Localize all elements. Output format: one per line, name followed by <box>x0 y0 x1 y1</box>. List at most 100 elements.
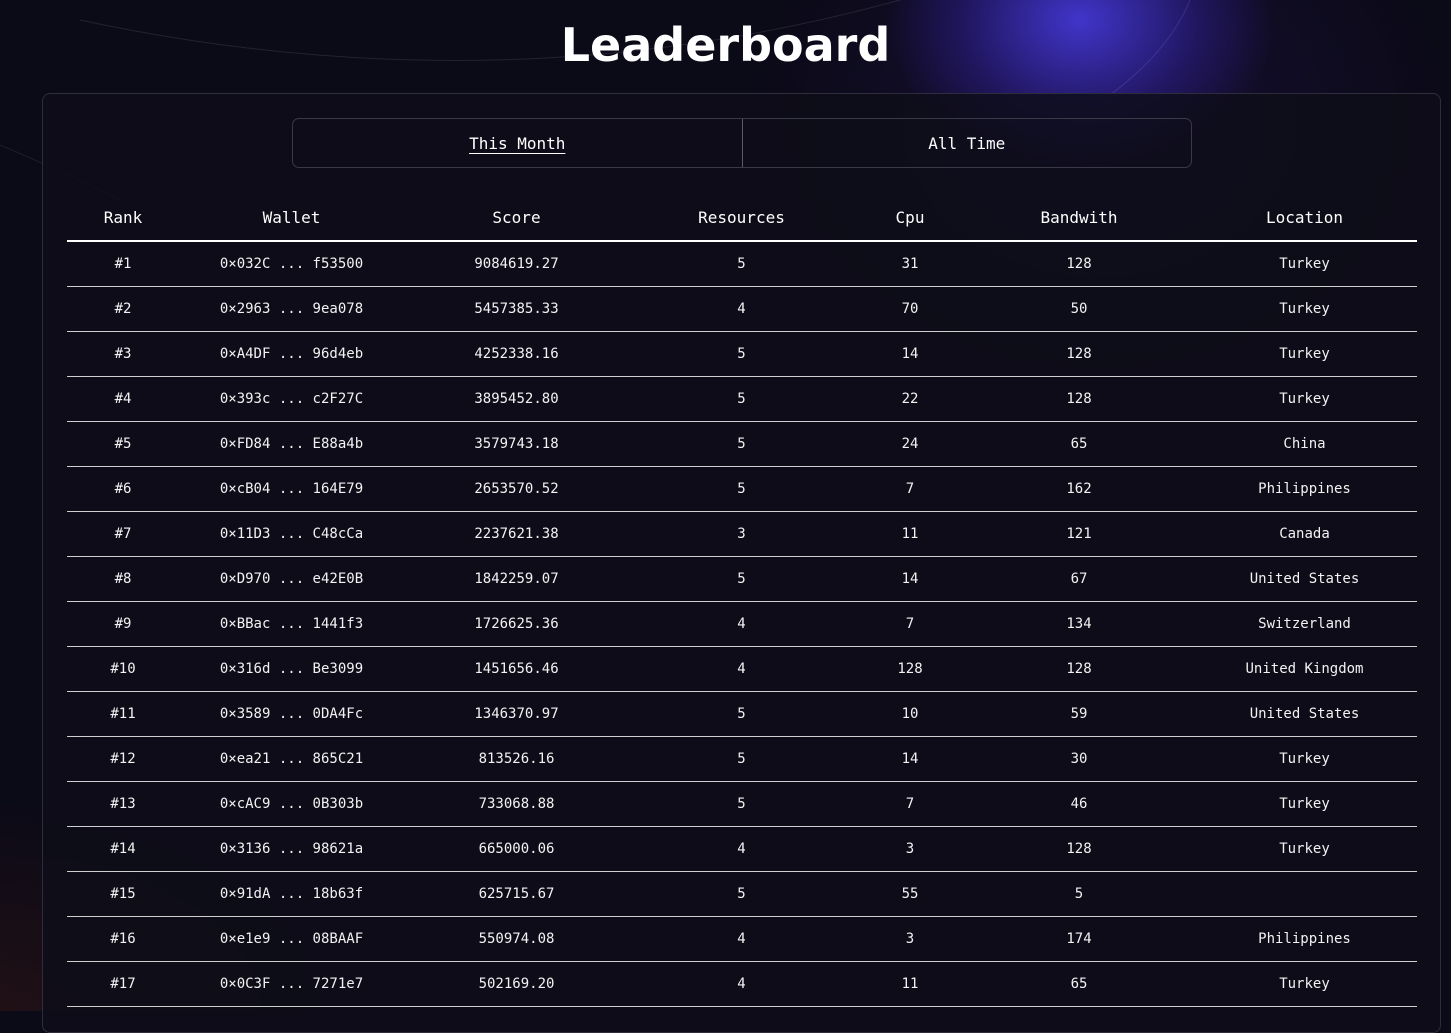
cell-score: 9084619.27 <box>404 241 629 287</box>
table-row[interactable]: #7 0×11D3 ... C48cCa 2237621.38 3 11 121 Canad… <box>67 511 1417 557</box>
cell-cpu: 11 <box>854 961 966 1007</box>
cell-location: Turkey <box>1192 826 1417 872</box>
period-tabs: This Month All Time <box>292 118 1192 168</box>
table-row[interactable]: #1 0×032C ... f53500 9084619.27 5 31 128 Turke… <box>67 241 1417 287</box>
cell-resources: 5 <box>629 556 854 602</box>
cell-cpu: 3 <box>854 916 966 962</box>
cell-score: 1842259.07 <box>404 556 629 602</box>
table-row[interactable]: #12 0×ea21 ... 865C21 813526.16 5 14 30 Turkey <box>67 736 1417 782</box>
cell-bandwith: 50 <box>966 286 1192 332</box>
cell-wallet: 0×D970 ... e42E0B <box>179 556 404 602</box>
cell-bandwith: 128 <box>966 646 1192 692</box>
cell-rank: #10 <box>67 646 179 692</box>
cell-bandwith: 30 <box>966 736 1192 782</box>
table-row[interactable]: #16 0×e1e9 ... 08BAAF 550974.08 4 3 174 Philip… <box>67 916 1417 962</box>
cell-resources: 4 <box>629 961 854 1007</box>
cell-score: 3895452.80 <box>404 376 629 422</box>
cell-location: United States <box>1192 691 1417 737</box>
table-row[interactable]: #10 0×316d ... Be3099 1451656.46 4 128 128 Uni… <box>67 646 1417 692</box>
column-header-resources[interactable]: Resources <box>629 194 854 242</box>
cell-rank: #1 <box>67 241 179 287</box>
cell-cpu: 128 <box>854 646 966 692</box>
cell-rank: #16 <box>67 916 179 962</box>
cell-rank: #4 <box>67 376 179 422</box>
cell-rank: #9 <box>67 601 179 647</box>
tab-this-month[interactable]: This Month <box>293 119 742 167</box>
cell-score: 665000.06 <box>404 826 629 872</box>
cell-location: United Kingdom <box>1192 646 1417 692</box>
cell-wallet: 0×cB04 ... 164E79 <box>179 466 404 512</box>
table-row[interactable]: #8 0×D970 ... e42E0B 1842259.07 5 14 67 United… <box>67 556 1417 602</box>
cell-location: China <box>1192 421 1417 467</box>
cell-location: Philippines <box>1192 466 1417 512</box>
cell-resources: 4 <box>629 826 854 872</box>
column-header-cpu[interactable]: Cpu <box>854 194 966 242</box>
cell-cpu: 10 <box>854 691 966 737</box>
cell-cpu: 11 <box>854 511 966 557</box>
cell-bandwith: 134 <box>966 601 1192 647</box>
cell-bandwith: 46 <box>966 781 1192 827</box>
cell-cpu: 7 <box>854 466 966 512</box>
cell-resources: 5 <box>629 241 854 287</box>
table-row[interactable]: #2 0×2963 ... 9ea078 5457385.33 4 70 50 Turkey <box>67 286 1417 332</box>
cell-rank: #11 <box>67 691 179 737</box>
cell-bandwith: 128 <box>966 331 1192 377</box>
table-row[interactable]: #17 0×0C3F ... 7271e7 502169.20 4 11 65 Turkey <box>67 961 1417 1007</box>
cell-cpu: 7 <box>854 601 966 647</box>
column-header-location[interactable]: Location <box>1192 194 1417 242</box>
cell-bandwith: 121 <box>966 511 1192 557</box>
cell-score: 813526.16 <box>404 736 629 782</box>
cell-bandwith: 128 <box>966 826 1192 872</box>
cell-score: 502169.20 <box>404 961 629 1007</box>
cell-cpu: 14 <box>854 556 966 602</box>
cell-wallet: 0×cAC9 ... 0B303b <box>179 781 404 827</box>
table-row[interactable]: #5 0×FD84 ... E88a4b 3579743.18 5 24 65 China <box>67 421 1417 467</box>
table-row[interactable]: #3 0×A4DF ... 96d4eb 4252338.16 5 14 128 Turke… <box>67 331 1417 377</box>
cell-resources: 3 <box>629 511 854 557</box>
table-row[interactable]: #9 0×BBac ... 1441f3 1726625.36 4 7 134 Switze… <box>67 601 1417 647</box>
page-title: Leaderboard <box>560 18 891 72</box>
cell-resources: 5 <box>629 736 854 782</box>
cell-rank: #8 <box>67 556 179 602</box>
cell-resources: 5 <box>629 331 854 377</box>
cell-wallet: 0×A4DF ... 96d4eb <box>179 331 404 377</box>
cell-cpu: 14 <box>854 331 966 377</box>
column-header-wallet[interactable]: Wallet <box>179 194 404 242</box>
cell-rank: #13 <box>67 781 179 827</box>
cell-location: Turkey <box>1192 241 1417 287</box>
table-row[interactable]: #15 0×91dA ... 18b63f 625715.67 5 55 5 <box>67 871 1417 917</box>
cell-cpu: 14 <box>854 736 966 782</box>
cell-cpu: 55 <box>854 871 966 917</box>
cell-score: 733068.88 <box>404 781 629 827</box>
column-header-score[interactable]: Score <box>404 194 629 242</box>
cell-location: Canada <box>1192 511 1417 557</box>
cell-score: 2237621.38 <box>404 511 629 557</box>
table-row[interactable]: #6 0×cB04 ... 164E79 2653570.52 5 7 162 Philip… <box>67 466 1417 512</box>
table-row[interactable]: #11 0×3589 ... 0DA4Fc 1346370.97 5 10 59 Unite… <box>67 691 1417 737</box>
cell-cpu: 24 <box>854 421 966 467</box>
table-row[interactable]: #4 0×393c ... c2F27C 3895452.80 5 22 128 Turke… <box>67 376 1417 422</box>
cell-location: Turkey <box>1192 376 1417 422</box>
cell-rank: #17 <box>67 961 179 1007</box>
cell-score: 1451656.46 <box>404 646 629 692</box>
cell-resources: 5 <box>629 691 854 737</box>
cell-rank: #7 <box>67 511 179 557</box>
cell-bandwith: 59 <box>966 691 1192 737</box>
column-header-bandwith[interactable]: Bandwith <box>966 194 1192 242</box>
cell-rank: #2 <box>67 286 179 332</box>
cell-cpu: 22 <box>854 376 966 422</box>
cell-bandwith: 162 <box>966 466 1192 512</box>
column-header-rank[interactable]: Rank <box>67 194 179 242</box>
cell-score: 4252338.16 <box>404 331 629 377</box>
cell-wallet: 0×0C3F ... 7271e7 <box>179 961 404 1007</box>
cell-location: Turkey <box>1192 286 1417 332</box>
cell-rank: #5 <box>67 421 179 467</box>
tab-all-time[interactable]: All Time <box>741 119 1192 167</box>
cell-score: 550974.08 <box>404 916 629 962</box>
table-row[interactable]: #14 0×3136 ... 98621a 665000.06 4 3 128 Turkey <box>67 826 1417 872</box>
cell-wallet: 0×91dA ... 18b63f <box>179 871 404 917</box>
cell-resources: 5 <box>629 421 854 467</box>
cell-wallet: 0×BBac ... 1441f3 <box>179 601 404 647</box>
table-row[interactable]: #13 0×cAC9 ... 0B303b 733068.88 5 7 46 Turkey <box>67 781 1417 827</box>
cell-score: 2653570.52 <box>404 466 629 512</box>
